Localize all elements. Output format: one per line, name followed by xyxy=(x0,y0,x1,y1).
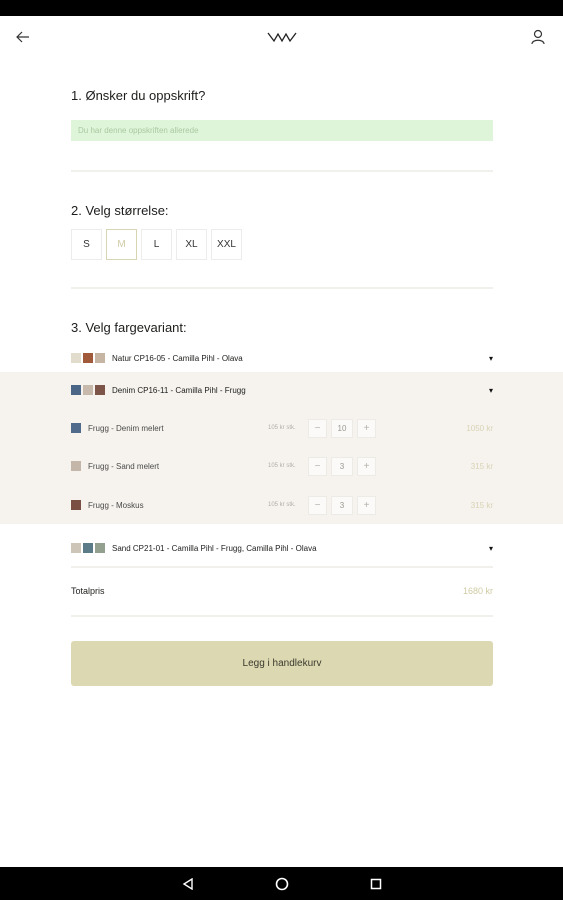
yarn-item-label: Frugg - Denim melert xyxy=(88,423,164,433)
divider xyxy=(71,287,493,289)
divider xyxy=(71,170,493,172)
color-swatch xyxy=(83,543,93,553)
user-icon[interactable] xyxy=(527,26,549,48)
color-swatch xyxy=(95,385,105,395)
caret-down-icon[interactable]: ▾ xyxy=(483,386,493,395)
triangle-back-icon[interactable] xyxy=(176,872,200,896)
yarn-item-label: Frugg - Moskus xyxy=(88,500,144,510)
size-button-xl[interactable]: XL xyxy=(176,229,207,260)
system-nav-bar xyxy=(0,867,563,900)
variant-row-sand[interactable]: Sand CP21-01 - Camilla Pihl - Frugg, Cam… xyxy=(71,538,493,558)
color-swatch xyxy=(71,353,81,363)
decrement-button[interactable]: − xyxy=(308,495,327,515)
add-to-cart-button[interactable]: Legg i handlekurv xyxy=(71,641,493,686)
caret-down-icon[interactable]: ▾ xyxy=(483,354,493,363)
color-swatches xyxy=(71,353,105,363)
square-recents-icon[interactable] xyxy=(364,872,388,896)
yarn-item-label: Frugg - Sand melert xyxy=(88,461,160,471)
color-swatches xyxy=(71,543,105,553)
decrement-button[interactable]: − xyxy=(308,456,327,476)
quantity-input[interactable]: 3 xyxy=(331,456,353,476)
variant-row-denim[interactable]: Denim CP16-11 - Camilla Pihl - Frugg ▾ xyxy=(71,380,493,400)
line-total: 315 kr xyxy=(470,461,493,471)
variant-label: Denim CP16-11 - Camilla Pihl - Frugg xyxy=(112,385,246,395)
yarn-item-row: Frugg - Moskus 105 kr stk. − 3 + 315 kr xyxy=(71,495,493,515)
color-swatch xyxy=(71,461,81,471)
color-swatch xyxy=(83,385,93,395)
circle-home-icon[interactable] xyxy=(270,872,294,896)
unit-price: 105 kr stk. xyxy=(268,463,296,469)
yarn-item-row: Frugg - Sand melert 105 kr stk. − 3 + 31… xyxy=(71,456,493,476)
quantity-stepper: − 3 + xyxy=(308,495,376,515)
caret-down-icon[interactable]: ▾ xyxy=(483,544,493,553)
size-section-title: 2. Velg størrelse: xyxy=(71,203,169,218)
size-button-xxl[interactable]: XXL xyxy=(211,229,242,260)
color-swatch xyxy=(71,543,81,553)
size-button-m[interactable]: M xyxy=(106,229,137,260)
total-label: Totalpris xyxy=(71,586,105,596)
color-swatch xyxy=(71,500,81,510)
recipe-owned-notice: Du har denne oppskriften allerede xyxy=(71,120,493,141)
increment-button[interactable]: + xyxy=(357,495,376,515)
total-price: 1680 kr xyxy=(462,586,493,596)
variant-label: Natur CP16-05 - Camilla Pihl - Olava xyxy=(112,353,243,363)
divider xyxy=(71,566,493,568)
size-button-s[interactable]: S xyxy=(71,229,102,260)
size-button-l[interactable]: L xyxy=(141,229,172,260)
variant-row-natur[interactable]: Natur CP16-05 - Camilla Pihl - Olava ▾ xyxy=(71,348,493,368)
color-swatch xyxy=(95,353,105,363)
color-swatch xyxy=(71,423,81,433)
variant-label: Sand CP21-01 - Camilla Pihl - Frugg, Cam… xyxy=(112,543,317,553)
size-selector: S M L XL XXL xyxy=(71,229,242,260)
quantity-input[interactable]: 3 xyxy=(331,495,353,515)
unit-price: 105 kr stk. xyxy=(268,502,296,508)
color-swatch xyxy=(71,385,81,395)
status-bar xyxy=(0,0,563,16)
color-section-title: 3. Velg fargevariant: xyxy=(71,320,187,335)
increment-button[interactable]: + xyxy=(357,418,376,438)
brand-logo-icon[interactable] xyxy=(266,28,298,46)
divider xyxy=(71,615,493,617)
quantity-stepper: − 10 + xyxy=(308,418,376,438)
color-swatches xyxy=(71,385,105,395)
color-swatch xyxy=(83,353,93,363)
color-swatch xyxy=(95,543,105,553)
quantity-stepper: − 3 + xyxy=(308,456,376,476)
unit-price: 105 kr stk. xyxy=(268,425,296,431)
quantity-input[interactable]: 10 xyxy=(331,418,353,438)
decrement-button[interactable]: − xyxy=(308,418,327,438)
line-total: 1050 kr xyxy=(466,423,493,433)
app-header xyxy=(0,16,563,60)
line-total: 315 kr xyxy=(470,500,493,510)
recipe-section-title: 1. Ønsker du oppskrift? xyxy=(71,88,206,103)
total-row: Totalpris 1680 kr xyxy=(71,586,493,596)
yarn-item-row: Frugg - Denim melert 105 kr stk. − 10 + … xyxy=(71,418,493,438)
arrow-left-icon[interactable] xyxy=(12,26,34,48)
increment-button[interactable]: + xyxy=(357,456,376,476)
